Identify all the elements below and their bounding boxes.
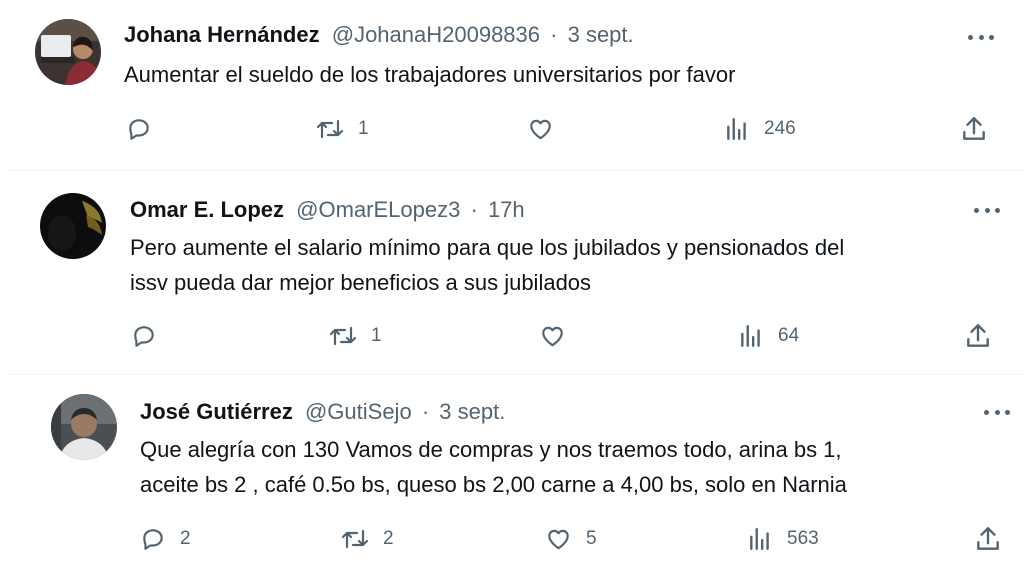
share-icon: [967, 324, 989, 347]
retweet-button[interactable]: 1: [316, 116, 369, 142]
retweet-button[interactable]: 1: [329, 323, 382, 349]
more-icon[interactable]: [984, 407, 1010, 417]
views-count: 563: [787, 528, 819, 549]
tweet-1[interactable]: Johana Hernández @JohanaH20098836 · 3 se…: [0, 0, 1024, 170]
tweet-text: Pero aumente el salario mínimo para que …: [130, 230, 844, 300]
like-button[interactable]: 5: [545, 526, 597, 552]
views-icon: [750, 528, 769, 550]
author-name[interactable]: Omar E. Lopez: [130, 197, 284, 222]
tweet-text: Que alegría con 130 Vamos de compras y n…: [140, 432, 847, 502]
like-button[interactable]: [527, 116, 568, 142]
retweet-count: 1: [358, 118, 369, 139]
timestamp[interactable]: 3 sept.: [568, 22, 634, 47]
author-handle[interactable]: @GutiSejo: [305, 399, 412, 424]
reply-icon: [143, 529, 163, 550]
share-button[interactable]: [975, 525, 1001, 553]
views-icon: [727, 118, 746, 140]
more-icon[interactable]: [968, 32, 994, 42]
like-count: 5: [586, 528, 597, 549]
avatar[interactable]: [40, 193, 106, 259]
retweet-button[interactable]: 2: [341, 526, 394, 552]
author-name[interactable]: Johana Hernández: [124, 22, 320, 47]
tweet-text: Aumentar el sueldo de los trabajadores u…: [124, 57, 735, 92]
separator-dot: ·: [470, 197, 478, 222]
tweet-header: José Gutiérrez @GutiSejo · 3 sept.: [140, 399, 505, 425]
views-button[interactable]: 563: [747, 526, 819, 552]
author-name[interactable]: José Gutiérrez: [140, 399, 293, 424]
reply-count: 2: [180, 528, 191, 549]
separator-dot: ·: [421, 399, 430, 424]
tweet-text-line: Aumentar el sueldo de los trabajadores u…: [124, 62, 736, 87]
like-icon: [548, 529, 569, 550]
share-icon: [977, 527, 999, 550]
retweet-icon: [341, 529, 369, 549]
author-handle[interactable]: @JohanaH20098836: [332, 22, 540, 47]
reply-icon: [129, 119, 149, 140]
tweet-2[interactable]: Omar E. Lopez @OmarELopez3 · 17h Pero au…: [0, 171, 1024, 374]
reply-button[interactable]: 2: [140, 526, 191, 552]
views-count: 246: [764, 118, 796, 139]
avatar[interactable]: [35, 19, 101, 85]
retweet-count: 2: [383, 528, 394, 549]
like-icon: [530, 119, 551, 140]
reply-button[interactable]: [126, 116, 166, 142]
more-icon[interactable]: [974, 205, 1000, 215]
author-handle[interactable]: @OmarELopez3: [296, 197, 460, 222]
like-icon: [542, 326, 563, 347]
timestamp[interactable]: 17h: [488, 197, 525, 222]
views-button[interactable]: 246: [724, 116, 796, 142]
reply-button[interactable]: [131, 323, 171, 349]
tweet-text-line: Que alegría con 130 Vamos de compras y n…: [140, 437, 842, 462]
views-button[interactable]: 64: [738, 323, 799, 349]
share-button[interactable]: [965, 322, 991, 350]
separator-dot: ·: [550, 22, 558, 47]
retweet-icon: [329, 326, 357, 346]
reply-icon: [134, 326, 154, 347]
like-button[interactable]: [539, 323, 580, 349]
tweet-text-line: aceite bs 2 , café 0.5o bs, queso bs 2,0…: [140, 472, 847, 497]
tweet-text-line: Pero aumente el salario mínimo para que …: [130, 235, 845, 260]
share-button[interactable]: [961, 115, 987, 143]
tweet-header: Omar E. Lopez @OmarELopez3 · 17h: [130, 197, 525, 223]
tweet-3[interactable]: José Gutiérrez @GutiSejo · 3 sept. Que a…: [0, 375, 1024, 567]
views-count: 64: [778, 325, 800, 346]
tweet-text-line: issv pueda dar mejor beneficios a sus ju…: [130, 270, 592, 295]
share-icon: [963, 117, 985, 140]
retweet-icon: [316, 119, 344, 139]
views-icon: [741, 325, 760, 347]
timestamp[interactable]: 3 sept.: [439, 399, 505, 424]
retweet-count: 1: [371, 325, 382, 346]
tweet-header: Johana Hernández @JohanaH20098836 · 3 se…: [124, 22, 634, 48]
avatar[interactable]: [51, 394, 117, 460]
